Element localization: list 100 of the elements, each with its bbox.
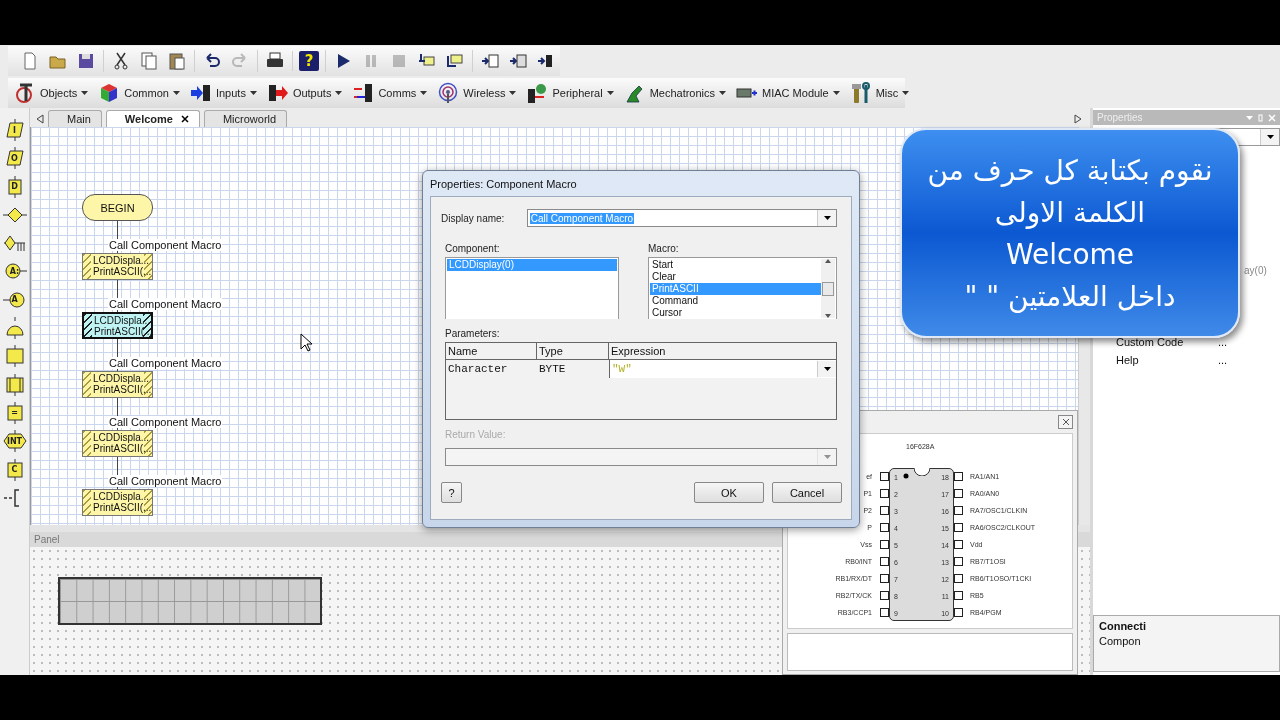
list-item[interactable]: Command xyxy=(650,295,821,307)
macro-node[interactable]: LCDDispla... PrintASCII(... xyxy=(82,489,153,516)
list-item[interactable]: Clear xyxy=(650,271,821,283)
compile-icon xyxy=(509,52,527,70)
input-icon xyxy=(189,82,212,104)
ok-button[interactable]: OK xyxy=(694,482,764,503)
redo-icon xyxy=(231,52,249,70)
component-menu-button[interactable]: Inputs xyxy=(189,82,257,104)
globe-chip-icon xyxy=(526,82,549,104)
connections-text: Compon xyxy=(1099,635,1142,647)
component-menu-button[interactable]: Objects xyxy=(14,82,89,104)
field-label: Display name: xyxy=(441,212,506,224)
caret-icon xyxy=(832,91,840,95)
step-icon xyxy=(446,52,464,70)
pin-box xyxy=(880,574,889,583)
compile-icon xyxy=(481,52,499,70)
palette-button[interactable]: C xyxy=(2,458,27,481)
pin-box xyxy=(954,472,963,481)
dialog-title: Properties: Component Macro xyxy=(430,177,577,190)
scroll-right-icon[interactable] xyxy=(1074,114,1082,124)
printer-icon xyxy=(266,52,284,70)
up-arrow-icon[interactable] xyxy=(825,259,831,263)
macro-node[interactable]: LCDDispla... PrintASCII(... xyxy=(82,430,153,457)
pin-box xyxy=(880,608,889,617)
close-button[interactable] xyxy=(1058,415,1073,429)
pin-box xyxy=(954,591,963,600)
scroll-left-icon[interactable] xyxy=(36,114,44,124)
field-label: Return Value: xyxy=(445,429,507,440)
stop-icon xyxy=(390,52,408,70)
component-menu-button[interactable]: Mechatronics xyxy=(623,82,727,104)
caret-icon xyxy=(823,455,831,459)
component-menu-button[interactable]: Misc xyxy=(849,82,910,104)
list-item[interactable]: Start xyxy=(650,259,821,271)
caret-icon xyxy=(335,91,343,95)
connections-title: Connecti xyxy=(1099,620,1148,632)
copy-icon xyxy=(140,52,158,70)
help-button[interactable]: ? xyxy=(441,482,462,503)
palette-button[interactable]: INT xyxy=(2,430,27,453)
callout-text: نقوم بكتابة كل حرف من xyxy=(927,153,1213,189)
caret-icon xyxy=(172,91,180,95)
close-icon xyxy=(1061,418,1070,426)
palette-button[interactable]: A: xyxy=(2,260,27,283)
palette-button[interactable]: A xyxy=(2,288,27,311)
node-label: Call Component Macro xyxy=(108,475,222,487)
caret-icon xyxy=(249,91,257,95)
palette-button[interactable]: D xyxy=(2,175,27,198)
tab[interactable]: Microworld xyxy=(203,110,288,127)
pin-box xyxy=(954,523,963,532)
cancel-button[interactable]: Cancel xyxy=(772,482,842,503)
pin-box xyxy=(880,523,889,532)
caret-icon xyxy=(823,367,831,371)
component-menu-button[interactable]: Common xyxy=(98,82,180,104)
hammer-wrench-icon xyxy=(849,82,872,104)
macro-node[interactable]: LCDDispla... PrintASCII(... xyxy=(82,253,153,280)
callout-text: Welcome xyxy=(1005,237,1135,273)
pin-box xyxy=(880,557,889,566)
component-menu-button[interactable]: Comms xyxy=(352,82,428,104)
property-name: Help xyxy=(1116,354,1140,366)
list-item[interactable]: Cursor xyxy=(650,307,821,319)
pin-box xyxy=(954,557,963,566)
return-value-field[interactable] xyxy=(445,448,837,466)
tab[interactable]: Main xyxy=(48,110,102,127)
palette-button[interactable]: I xyxy=(2,119,27,141)
caret-icon xyxy=(1266,135,1274,139)
caret-icon xyxy=(902,91,910,95)
caret-icon xyxy=(823,216,831,220)
component-menu-button[interactable]: MIAC Module xyxy=(736,82,840,104)
palette-button[interactable]: = xyxy=(2,401,27,424)
pin-box xyxy=(880,472,889,481)
help-button[interactable]: ? xyxy=(299,51,319,71)
caret-icon xyxy=(606,91,614,95)
palette-button[interactable]: O xyxy=(2,147,27,170)
table-cell-text: Character xyxy=(447,363,509,375)
caret-icon xyxy=(509,91,517,95)
close-icon[interactable] xyxy=(180,115,189,123)
antenna-icon xyxy=(437,82,460,104)
field-label: Component: xyxy=(445,243,501,254)
clipboard-icon xyxy=(168,52,186,70)
caret-icon xyxy=(719,91,727,95)
undo-icon xyxy=(203,52,221,70)
hexagon-icon xyxy=(2,430,27,453)
down-arrow-icon[interactable] xyxy=(825,314,831,318)
component-menu-button[interactable]: Outputs xyxy=(266,82,343,104)
table-cell-text: BYTE xyxy=(538,363,567,375)
callout-text: الكلمة الاولى xyxy=(994,195,1146,231)
scrollbar[interactable] xyxy=(821,259,835,318)
macro-node[interactable]: LCDDispla... PrintASCII(... xyxy=(82,371,153,398)
property-value: ... xyxy=(1218,336,1229,348)
panel-title: Panel xyxy=(34,534,60,545)
node-label: Call Component Macro xyxy=(108,298,222,310)
pin-box xyxy=(880,506,889,515)
component-menu-button[interactable]: Peripheral xyxy=(526,82,614,104)
caret-icon xyxy=(420,91,428,95)
pin-box xyxy=(880,591,889,600)
column-header: Expression xyxy=(610,344,667,359)
begin-node: BEGIN xyxy=(82,194,153,221)
node-label: Call Component Macro xyxy=(108,239,222,251)
tab[interactable]: Welcome xyxy=(105,110,200,127)
node-label: Call Component Macro xyxy=(108,357,222,369)
component-menu-button[interactable]: Wireless xyxy=(437,82,517,104)
